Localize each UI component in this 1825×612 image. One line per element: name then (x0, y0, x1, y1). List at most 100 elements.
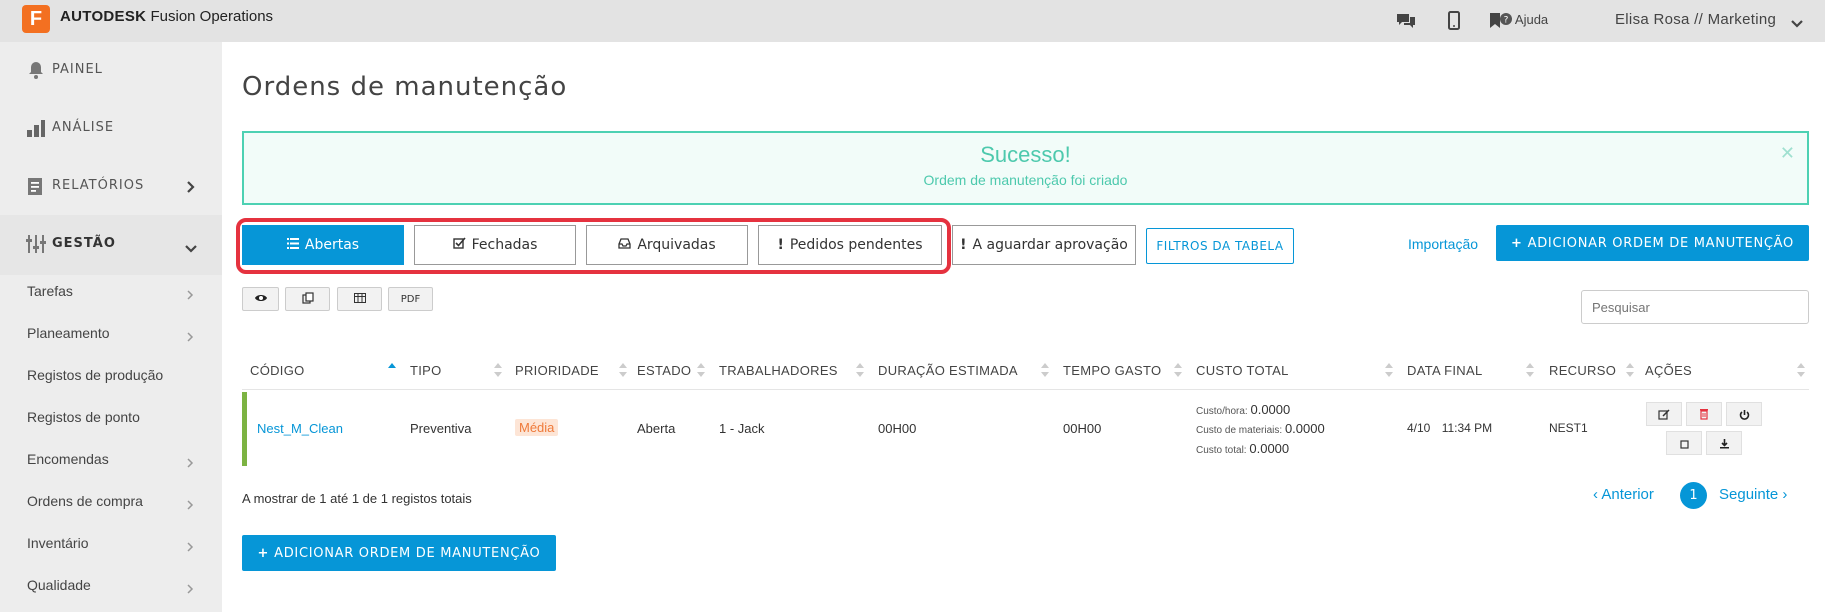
add-maintenance-order-button[interactable]: + ADICIONAR ORDEM DE MANUTENÇÃO (1496, 225, 1809, 261)
column-visibility-button[interactable] (242, 287, 279, 311)
column-header-custo-total[interactable]: CUSTO TOTAL (1196, 363, 1289, 378)
sort-icon[interactable] (1797, 362, 1805, 378)
chevron-down-icon[interactable] (1790, 14, 1804, 33)
sidebar-item-relatorios[interactable]: RELATÓRIOS (0, 158, 222, 216)
sidebar-item-label: GESTÃO (52, 236, 116, 251)
brand-product: Fusion Operations (150, 8, 274, 25)
column-header-prioridade[interactable]: PRIORIDADE (515, 363, 599, 378)
cell-type: Preventiva (410, 421, 472, 436)
csv-button[interactable] (337, 287, 382, 311)
import-link[interactable]: Importação (1408, 236, 1478, 252)
sidebar-subitem-planeamento[interactable]: Planeamento (0, 313, 222, 355)
tab-label: Fechadas (471, 237, 538, 253)
alert-title: Sucesso! (980, 142, 1071, 167)
brand-name[interactable]: AUTODESK Fusion Operations (60, 8, 273, 25)
sidebar-subitem-label: Tarefas (27, 283, 73, 299)
sort-icon[interactable] (494, 362, 502, 378)
chevron-left-icon: ‹ (1593, 486, 1598, 503)
close-icon[interactable]: ✕ (1780, 143, 1795, 164)
mobile-icon[interactable] (1443, 10, 1465, 32)
delete-button[interactable] (1686, 402, 1722, 426)
pagination-page[interactable]: 1 (1680, 482, 1707, 509)
sidebar-subitem-tarefas[interactable]: Tarefas (0, 271, 222, 313)
pagination-prev-label: Anterior (1601, 486, 1654, 503)
list-icon (286, 237, 299, 253)
sidebar-item-analise[interactable]: ANÁLISE (0, 100, 222, 158)
copy-button[interactable] (285, 287, 330, 311)
sidebar: PAINEL ANÁLISE RELATÓRIOS GESTÃO Tarefas… (0, 42, 222, 612)
sort-icon[interactable] (1174, 362, 1182, 378)
order-code-link[interactable]: Nest_M_Clean (257, 421, 343, 436)
tab-aguardar-aprovacao[interactable]: ! A aguardar aprovação (952, 225, 1136, 265)
edit-icon (1658, 405, 1670, 424)
column-header-estado[interactable]: ESTADO (637, 363, 691, 378)
column-header-data-final[interactable]: DATA FINAL (1407, 363, 1482, 378)
sidebar-item-label: ANÁLISE (52, 120, 115, 135)
sort-icon[interactable] (856, 362, 864, 378)
sidebar-subitem-encomendas[interactable]: Encomendas (0, 439, 222, 481)
cell-time-spent: 00H00 (1063, 421, 1102, 436)
power-button[interactable] (1726, 402, 1762, 426)
sort-icon[interactable] (1385, 362, 1393, 378)
cell-duration: 00H00 (878, 421, 917, 436)
add-maintenance-order-bottom-button[interactable]: + ADICIONAR ORDEM DE MANUTENÇÃO (242, 535, 556, 571)
copy-icon (301, 291, 314, 307)
cost-total: Custo total: 0.0000 (1196, 441, 1289, 456)
help-link[interactable]: ? Ajuda (1500, 12, 1548, 27)
sidebar-subitem-inventario[interactable]: Inventário (0, 523, 222, 565)
column-header-tipo[interactable]: TIPO (410, 363, 442, 378)
sidebar-item-label: PAINEL (52, 62, 103, 77)
column-header-trabalhadores[interactable]: TRABALHADORES (719, 363, 838, 378)
cost-hour-label: Custo/hora: (1196, 406, 1248, 417)
sidebar-subitem-ordens-compra[interactable]: Ordens de compra (0, 481, 222, 523)
sort-icon[interactable] (1041, 362, 1049, 378)
archive-button[interactable] (1666, 431, 1702, 455)
sort-icon[interactable] (1526, 362, 1534, 378)
column-header-tempo-gasto[interactable]: TEMPO GASTO (1063, 363, 1161, 378)
brand-company: AUTODESK (60, 8, 147, 25)
tab-fechadas[interactable]: Fechadas (414, 225, 576, 265)
search-input[interactable] (1581, 290, 1809, 324)
logo-icon: F (22, 5, 50, 33)
pagination-next[interactable]: Seguinte › (1719, 486, 1787, 503)
pagination-prev[interactable]: ‹ Anterior (1593, 486, 1654, 503)
sort-icon[interactable] (697, 362, 705, 378)
end-date: 4/10 (1407, 421, 1431, 435)
add-button-label: ADICIONAR ORDEM DE MANUTENÇÃO (274, 545, 541, 561)
svg-text:?: ? (1504, 16, 1509, 26)
square-icon (1679, 434, 1689, 453)
sort-icon[interactable] (619, 362, 627, 378)
tab-arquivadas[interactable]: Arquivadas (586, 225, 748, 265)
tab-abertas[interactable]: Abertas (242, 225, 404, 265)
column-header-duracao-estimada[interactable]: DURAÇÃO ESTIMADA (878, 363, 1018, 378)
pdf-button[interactable]: PDF (388, 287, 433, 311)
column-header-recurso[interactable]: RECURSO (1549, 363, 1616, 378)
sidebar-subitem-registos-producao[interactable]: Registos de produção (0, 355, 222, 397)
sidebar-item-painel[interactable]: PAINEL (0, 42, 222, 100)
row-status-bar (242, 392, 247, 466)
chevron-right-icon (186, 286, 194, 305)
app-window: F AUTODESK Fusion Operations ? Ajuda Eli… (0, 0, 1825, 612)
table-filters-button[interactable]: FILTROS DA TABELA (1146, 228, 1294, 264)
edit-button[interactable] (1646, 402, 1682, 426)
column-header-codigo[interactable]: CÓDIGO (250, 363, 305, 378)
chevron-right-icon (186, 496, 194, 515)
column-header-acoes: AÇÕES (1645, 363, 1693, 378)
sidebar-item-label: RELATÓRIOS (52, 178, 145, 193)
report-icon (25, 175, 47, 197)
sidebar-subitem-registos-ponto[interactable]: Registos de ponto (0, 397, 222, 439)
chat-icon[interactable] (1395, 10, 1417, 32)
sidebar-item-gestao[interactable]: GESTÃO (0, 216, 222, 274)
tab-pedidos-pendentes[interactable]: ! Pedidos pendentes (758, 225, 942, 265)
sort-icon[interactable] (1626, 362, 1634, 378)
download-button[interactable] (1706, 431, 1742, 455)
sidebar-subitem-label: Qualidade (27, 577, 91, 593)
cost-hour-value: 0.0000 (1250, 402, 1291, 417)
priority-badge: Média (515, 419, 559, 436)
cell-resource: NEST1 (1549, 421, 1588, 435)
user-menu[interactable]: Elisa Rosa // Marketing (1615, 11, 1776, 28)
chevron-right-icon (186, 179, 196, 198)
sort-asc-icon[interactable] (388, 362, 396, 378)
tab-label: Pedidos pendentes (789, 237, 923, 253)
sidebar-subitem-qualidade[interactable]: Qualidade (0, 565, 222, 607)
